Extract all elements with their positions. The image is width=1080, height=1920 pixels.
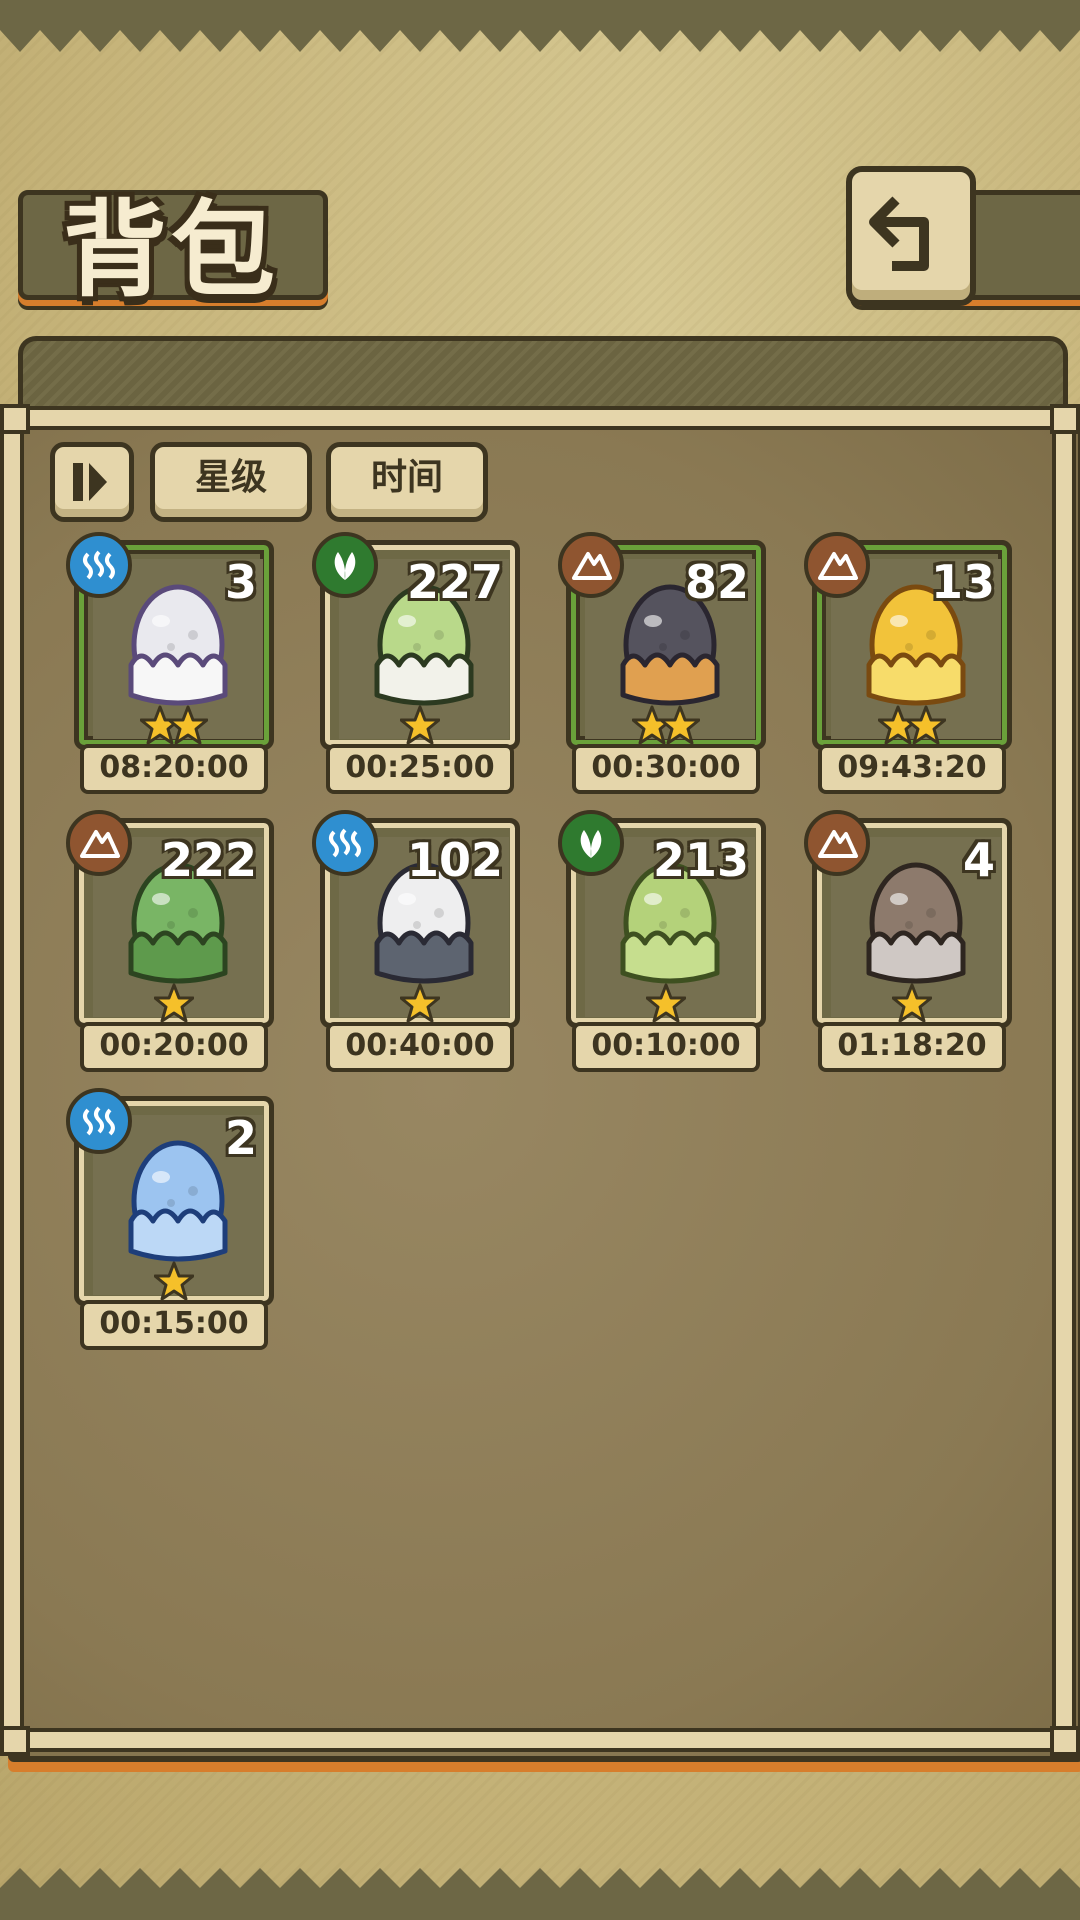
- water-element-icon: [66, 1088, 132, 1154]
- blue-slime-egg-icon: [113, 1131, 243, 1275]
- hatch-timer: 09:43:20: [818, 744, 1006, 794]
- earth-element-icon: [66, 810, 132, 876]
- back-button[interactable]: [846, 166, 976, 306]
- sort-by-star-button[interactable]: 星级: [150, 442, 312, 522]
- panel-rail-bottom: [22, 1728, 1066, 1752]
- white-slime-egg-icon: [113, 575, 243, 719]
- star-rating: [877, 705, 947, 749]
- egg-card[interactable]: 213 00:10:00: [558, 810, 766, 1072]
- star-rating: [153, 983, 195, 1027]
- hatch-timer: 00:40:00: [326, 1022, 514, 1072]
- panel-rail-left: [0, 412, 24, 1742]
- star-rating: [139, 705, 209, 749]
- egg-card[interactable]: 82 00:30:00: [558, 532, 766, 794]
- egg-count: 222: [160, 833, 257, 887]
- star-rating: [891, 983, 933, 1027]
- egg-card[interactable]: 4 01:18:20: [804, 810, 1012, 1072]
- earth-element-icon: [804, 532, 870, 598]
- panel-rail-top: [22, 406, 1066, 430]
- egg-count: 4: [962, 833, 995, 887]
- hatch-timer: 00:10:00: [572, 1022, 760, 1072]
- sort-by-time-button[interactable]: 时间: [326, 442, 488, 522]
- rail-cap: [1050, 404, 1080, 434]
- egg-count: 2: [224, 1111, 257, 1165]
- grass-element-icon: [312, 532, 378, 598]
- hatch-timer: 08:20:00: [80, 744, 268, 794]
- star-rating: [153, 1261, 195, 1305]
- egg-count: 82: [684, 555, 749, 609]
- egg-card[interactable]: 227 00:25:00: [312, 532, 520, 794]
- page-title: 背包: [63, 188, 280, 311]
- star-rating: [399, 983, 441, 1027]
- hatch-timer: 00:15:00: [80, 1300, 268, 1350]
- sort-order-button[interactable]: [50, 442, 134, 522]
- panel-rail-right: [1052, 412, 1076, 1742]
- hatch-timer: 01:18:20: [818, 1022, 1006, 1072]
- egg-card[interactable]: 222 00:20:00: [66, 810, 274, 1072]
- egg-count: 213: [652, 833, 749, 887]
- hatch-timer: 00:30:00: [572, 744, 760, 794]
- torn-edge-top: [0, 0, 1080, 52]
- egg-card[interactable]: 3 08:20:00: [66, 532, 274, 794]
- egg-count: 13: [930, 555, 995, 609]
- star-rating: [631, 705, 701, 749]
- grass-element-icon: [558, 810, 624, 876]
- egg-count: 227: [406, 555, 503, 609]
- water-element-icon: [66, 532, 132, 598]
- hatch-timer: 00:20:00: [80, 1022, 268, 1072]
- water-element-icon: [312, 810, 378, 876]
- earth-element-icon: [804, 810, 870, 876]
- egg-count: 102: [406, 833, 503, 887]
- back-arrow-icon: [869, 196, 929, 271]
- star-rating: [645, 983, 687, 1027]
- title-plate: 背包: [18, 188, 328, 311]
- hatch-timer: 00:25:00: [326, 744, 514, 794]
- egg-card[interactable]: 102 00:40:00: [312, 810, 520, 1072]
- rail-cap: [0, 1726, 30, 1756]
- chest-egg-icon: [851, 853, 981, 997]
- egg-count: 3: [224, 555, 257, 609]
- egg-card[interactable]: 13 09:43:20: [804, 532, 1012, 794]
- rail-cap: [1050, 1726, 1080, 1756]
- egg-card[interactable]: 2 00:15:00: [66, 1088, 274, 1350]
- star-rating: [399, 705, 441, 749]
- earth-element-icon: [558, 532, 624, 598]
- rail-cap: [0, 404, 30, 434]
- torn-edge-bottom: [0, 1868, 1080, 1920]
